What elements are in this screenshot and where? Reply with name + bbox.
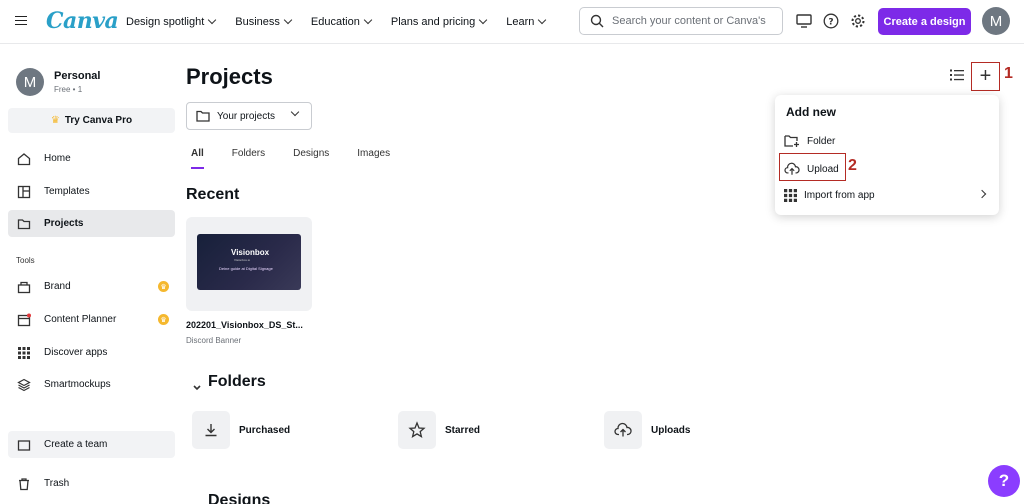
brand-icon (16, 279, 32, 295)
folder-purchased[interactable]: Purchased (192, 411, 290, 449)
pro-crown-icon: ♛ (158, 314, 169, 325)
profile-name: Personal (54, 70, 101, 82)
recent-title: Recent (186, 186, 240, 203)
step-annotation-2: 2 (848, 157, 857, 174)
add-new-button[interactable]: + (971, 62, 1000, 91)
canva-logo[interactable]: Canva (46, 8, 119, 34)
profile-switcher[interactable]: M Personal Free • 1 (16, 68, 100, 96)
sidebar-item-discover-apps[interactable]: Discover apps (8, 339, 175, 366)
design-card[interactable]: Visionbox Visionbox.io Deine guide at Di… (186, 217, 312, 311)
home-icon (16, 151, 32, 167)
folder-uploads[interactable]: Uploads (604, 411, 690, 449)
chevron-down-icon (479, 15, 488, 25)
help-button[interactable]: ? (988, 465, 1020, 497)
chevron-down-icon (283, 15, 293, 25)
design-name[interactable]: 202201_Visionbox_DS_St... (186, 320, 303, 330)
try-canva-pro-button[interactable]: ♛ Try Canva Pro (8, 108, 175, 133)
tab-all[interactable]: All (191, 148, 204, 169)
folder-icon (16, 216, 32, 232)
tab-folders[interactable]: Folders (232, 148, 265, 169)
step-annotation-1: 1 (1004, 65, 1013, 82)
design-type: Discord Banner (186, 336, 242, 345)
project-tabs: All Folders Designs Images (191, 148, 418, 169)
calendar-icon (16, 312, 32, 328)
tools-label: Tools (16, 256, 35, 265)
nav-learn[interactable]: Learn (506, 15, 547, 28)
chevron-down-icon (290, 107, 300, 117)
sidebar-item-templates[interactable]: Templates (8, 178, 175, 205)
create-design-button[interactable]: Create a design (878, 8, 971, 35)
chevron-down-icon (208, 15, 217, 25)
apps-grid-icon (784, 189, 797, 202)
star-icon (408, 421, 426, 438)
add-new-title: Add new (786, 105, 836, 119)
sidebar-item-brand[interactable]: Brand ♛ (8, 273, 175, 300)
nav-design-spotlight[interactable]: Design spotlight (126, 15, 217, 28)
nav-business[interactable]: Business (235, 15, 293, 28)
cloud-upload-icon (784, 162, 800, 175)
sidebar-item-content-planner[interactable]: Content Planner ♛ (8, 306, 175, 333)
sidebar: M Personal Free • 1 ♛ Try Canva Pro Home… (0, 45, 184, 504)
crown-icon: ♛ (50, 115, 60, 126)
search-icon (590, 14, 604, 28)
smartmockups-icon (16, 377, 32, 393)
tab-images[interactable]: Images (357, 148, 390, 169)
chevron-down-icon (538, 15, 547, 25)
main-nav: Design spotlight Business Education Plan… (126, 0, 547, 44)
chevron-down-icon (193, 385, 201, 391)
projects-filter-select[interactable]: Your projects (186, 102, 312, 130)
design-thumbnail: Visionbox Visionbox.io Deine guide at Di… (197, 234, 301, 290)
menu-item-folder[interactable]: Folder (783, 134, 835, 148)
folder-plus-icon (784, 135, 799, 147)
gear-icon[interactable] (849, 12, 867, 30)
folders-title: Folders (208, 373, 266, 390)
page-title: Projects (186, 64, 273, 89)
chevron-down-icon (363, 15, 373, 25)
svg-text:?: ? (828, 18, 833, 28)
sidebar-item-trash[interactable]: Trash (8, 470, 175, 497)
cloud-upload-icon (614, 422, 632, 437)
sidebar-item-home[interactable]: Home (8, 145, 175, 172)
menu-item-import-from-app[interactable]: Import from app (783, 189, 875, 202)
chevron-right-icon (977, 189, 987, 199)
plus-icon: + (979, 65, 992, 87)
profile-avatar: M (16, 68, 44, 96)
help-circle-icon[interactable]: ? (822, 12, 840, 30)
menu-item-upload[interactable]: Upload (783, 162, 839, 176)
download-icon (205, 424, 217, 437)
search-bar[interactable] (579, 7, 783, 35)
add-new-menu: Add new Folder Upload Import from app (775, 95, 999, 215)
profile-plan: Free • 1 (54, 85, 83, 94)
avatar[interactable]: M (982, 7, 1010, 35)
search-input[interactable] (612, 15, 782, 27)
team-icon (16, 437, 32, 453)
list-view-icon[interactable] (950, 68, 966, 82)
sidebar-item-smartmockups[interactable]: Smartmockups (8, 371, 175, 398)
templates-icon (16, 184, 32, 200)
apps-grid-icon (16, 345, 32, 361)
pro-crown-icon: ♛ (158, 281, 169, 292)
tab-designs[interactable]: Designs (293, 148, 329, 169)
folder-icon (196, 110, 210, 122)
desktop-icon[interactable] (795, 12, 813, 30)
sidebar-item-projects[interactable]: Projects (8, 210, 175, 237)
trash-icon (16, 476, 32, 492)
nav-education[interactable]: Education (311, 15, 373, 28)
folder-starred[interactable]: Starred (398, 411, 480, 449)
create-team-button[interactable]: Create a team (8, 431, 175, 458)
top-bar: Canva Design spotlight Business Educatio… (0, 0, 1024, 44)
nav-plans-pricing[interactable]: Plans and pricing (391, 15, 488, 28)
designs-title: Designs (208, 492, 271, 504)
menu-icon[interactable] (15, 13, 29, 27)
